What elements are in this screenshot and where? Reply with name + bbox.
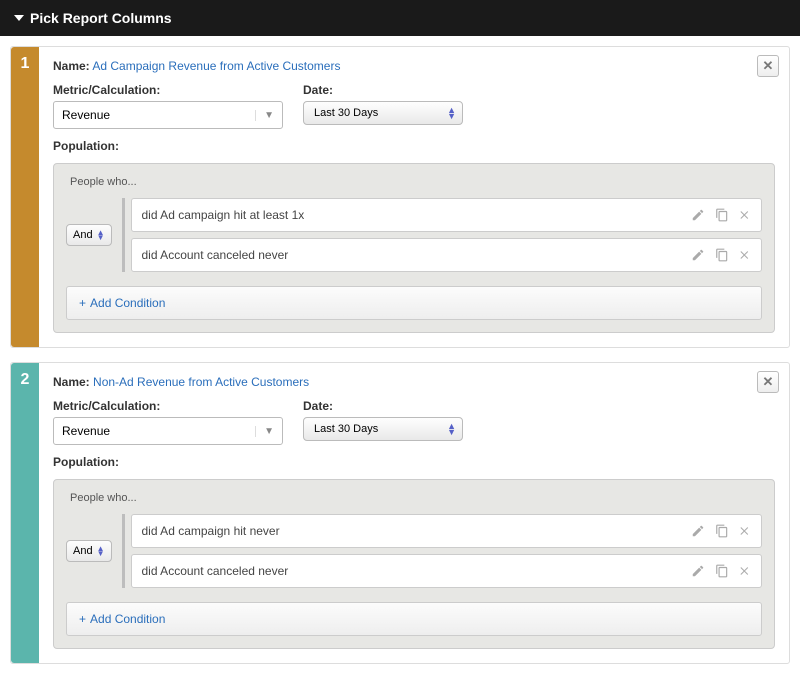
edit-icon[interactable] [691, 248, 705, 262]
column-name-link[interactable]: Ad Campaign Revenue from Active Customer… [92, 59, 340, 73]
copy-icon[interactable] [715, 208, 729, 222]
name-label: Name: [53, 59, 90, 73]
chevron-down-icon: ▼ [255, 110, 274, 121]
condition-row: did Account canceled never [131, 238, 763, 272]
section-header[interactable]: Pick Report Columns [0, 0, 800, 36]
condition-text: did Account canceled never [142, 564, 289, 578]
condition-text: did Account canceled never [142, 248, 289, 262]
name-label: Name: [53, 375, 90, 389]
column-body: Name: Non-Ad Revenue from Active Custome… [39, 363, 789, 663]
edit-icon[interactable] [691, 564, 705, 578]
remove-column-button[interactable]: ✕ [757, 55, 779, 77]
population-panel: People who... And ▲▼ did Ad campaign hit… [53, 163, 775, 333]
conjunction-value: And [73, 545, 93, 557]
population-panel: People who... And ▲▼ did Ad campaign hit… [53, 479, 775, 649]
delete-icon[interactable] [739, 208, 751, 222]
delete-icon[interactable] [739, 248, 751, 262]
add-condition-button[interactable]: + Add Condition [66, 286, 762, 320]
report-column-2: 2 ✕ Name: Non-Ad Revenue from Active Cus… [10, 362, 790, 664]
conjunction-select[interactable]: And ▲▼ [66, 224, 112, 246]
population-label: Population: [53, 455, 119, 469]
name-row: Name: Ad Campaign Revenue from Active Cu… [53, 59, 775, 73]
metric-label: Metric/Calculation: [53, 399, 283, 413]
remove-column-button[interactable]: ✕ [757, 371, 779, 393]
delete-icon[interactable] [739, 524, 751, 538]
metric-label: Metric/Calculation: [53, 83, 283, 97]
metric-value: Revenue [62, 424, 110, 438]
date-value: Last 30 Days [314, 107, 378, 119]
updown-arrows-icon: ▲▼ [447, 423, 456, 435]
copy-icon[interactable] [715, 248, 729, 262]
date-select[interactable]: Last 30 Days ▲▼ [303, 417, 463, 441]
caret-down-icon [14, 15, 24, 21]
date-label: Date: [303, 83, 463, 97]
updown-arrows-icon: ▲▼ [447, 107, 456, 119]
edit-icon[interactable] [691, 524, 705, 538]
condition-list: did Ad campaign hit never did Account ca… [122, 514, 763, 588]
population-header: People who... [66, 492, 762, 504]
metric-select[interactable]: Revenue ▼ [53, 417, 283, 445]
columns-container: 1 ✕ Name: Ad Campaign Revenue from Activ… [0, 36, 800, 688]
add-condition-label: Add Condition [90, 612, 165, 626]
column-name-link[interactable]: Non-Ad Revenue from Active Customers [93, 375, 309, 389]
conjunction-select[interactable]: And ▲▼ [66, 540, 112, 562]
population-label: Population: [53, 139, 119, 153]
report-column-1: 1 ✕ Name: Ad Campaign Revenue from Activ… [10, 46, 790, 348]
population-header: People who... [66, 176, 762, 188]
chevron-down-icon: ▼ [255, 426, 274, 437]
date-select[interactable]: Last 30 Days ▲▼ [303, 101, 463, 125]
edit-icon[interactable] [691, 208, 705, 222]
add-condition-label: Add Condition [90, 296, 165, 310]
column-index-badge: 1 [11, 47, 39, 347]
date-value: Last 30 Days [314, 423, 378, 435]
copy-icon[interactable] [715, 564, 729, 578]
conjunction-value: And [73, 229, 93, 241]
condition-list: did Ad campaign hit at least 1x did Acco… [122, 198, 763, 272]
name-row: Name: Non-Ad Revenue from Active Custome… [53, 375, 775, 389]
plus-icon: + [79, 296, 86, 310]
date-label: Date: [303, 399, 463, 413]
add-condition-button[interactable]: + Add Condition [66, 602, 762, 636]
column-index-badge: 2 [11, 363, 39, 663]
metric-value: Revenue [62, 108, 110, 122]
updown-arrows-icon: ▲▼ [97, 230, 105, 240]
metric-select[interactable]: Revenue ▼ [53, 101, 283, 129]
copy-icon[interactable] [715, 524, 729, 538]
plus-icon: + [79, 612, 86, 626]
delete-icon[interactable] [739, 564, 751, 578]
condition-row: did Ad campaign hit at least 1x [131, 198, 763, 232]
column-body: Name: Ad Campaign Revenue from Active Cu… [39, 47, 789, 347]
condition-row: did Ad campaign hit never [131, 514, 763, 548]
updown-arrows-icon: ▲▼ [97, 546, 105, 556]
condition-text: did Ad campaign hit never [142, 524, 280, 538]
section-title: Pick Report Columns [30, 10, 172, 26]
condition-row: did Account canceled never [131, 554, 763, 588]
condition-text: did Ad campaign hit at least 1x [142, 208, 305, 222]
